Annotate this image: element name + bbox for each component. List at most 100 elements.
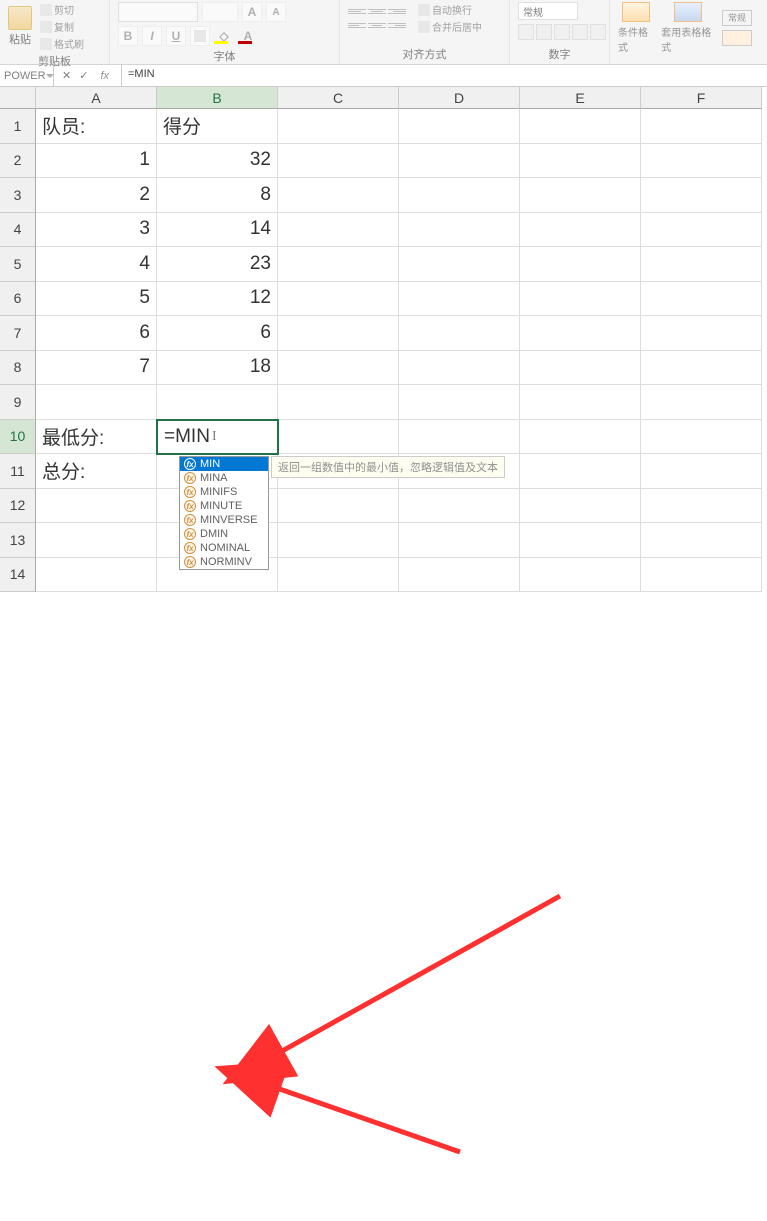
row-header-10[interactable]: 10 (0, 420, 36, 455)
cell-A8[interactable]: 7 (36, 351, 157, 386)
cell-D12[interactable] (399, 489, 520, 524)
increase-font-button[interactable]: A (242, 2, 262, 22)
cell-C1[interactable] (278, 109, 399, 144)
cell-E12[interactable] (520, 489, 641, 524)
align-right-button[interactable] (388, 19, 406, 31)
fx-button[interactable]: fx (100, 70, 109, 82)
cut-button[interactable]: 剪切 (40, 2, 84, 17)
cancel-formula-button[interactable]: ✕ (62, 69, 71, 82)
cell-F11[interactable] (641, 454, 762, 489)
cell-D6[interactable] (399, 282, 520, 317)
cell-A7[interactable]: 6 (36, 316, 157, 351)
column-header-F[interactable]: F (641, 87, 762, 109)
cell-C14[interactable] (278, 558, 399, 593)
cell-E3[interactable] (520, 178, 641, 213)
cell-F5[interactable] (641, 247, 762, 282)
column-header-A[interactable]: A (36, 87, 157, 109)
cell-C6[interactable] (278, 282, 399, 317)
table-style-button[interactable]: 套用表格格式 (661, 2, 714, 54)
cell-F8[interactable] (641, 351, 762, 386)
cell-E13[interactable] (520, 523, 641, 558)
border-button[interactable] (190, 26, 210, 46)
copy-button[interactable]: 复制 (40, 19, 84, 34)
row-header-14[interactable]: 14 (0, 558, 36, 593)
row-header-5[interactable]: 5 (0, 247, 36, 282)
cell-F9[interactable] (641, 385, 762, 420)
row-header-3[interactable]: 3 (0, 178, 36, 213)
cell-E5[interactable] (520, 247, 641, 282)
cell-E1[interactable] (520, 109, 641, 144)
row-header-4[interactable]: 4 (0, 213, 36, 248)
cell-F12[interactable] (641, 489, 762, 524)
cell-B2[interactable]: 32 (157, 144, 278, 179)
decrease-decimal-button[interactable] (590, 24, 606, 40)
column-header-E[interactable]: E (520, 87, 641, 109)
row-header-2[interactable]: 2 (0, 144, 36, 179)
cell-A4[interactable]: 3 (36, 213, 157, 248)
cell-B8[interactable]: 18 (157, 351, 278, 386)
autocomplete-item-DMIN[interactable]: fxDMIN (180, 527, 268, 541)
cell-D7[interactable] (399, 316, 520, 351)
percent-button[interactable] (536, 24, 552, 40)
cell-D9[interactable] (399, 385, 520, 420)
row-header-11[interactable]: 11 (0, 454, 36, 489)
cell-D5[interactable] (399, 247, 520, 282)
align-center-button[interactable] (368, 19, 386, 31)
wrap-text-button[interactable]: 自动换行 (418, 2, 482, 17)
cell-A1[interactable]: 队员: (36, 109, 157, 144)
cell-F10[interactable] (641, 420, 762, 455)
cell-C12[interactable] (278, 489, 399, 524)
cell-D14[interactable] (399, 558, 520, 593)
cell-F2[interactable] (641, 144, 762, 179)
cell-C9[interactable] (278, 385, 399, 420)
cell-C3[interactable] (278, 178, 399, 213)
cell-B6[interactable]: 12 (157, 282, 278, 317)
cell-B10[interactable] (157, 420, 278, 455)
cell-F3[interactable] (641, 178, 762, 213)
cell-A12[interactable] (36, 489, 157, 524)
cell-B9[interactable] (157, 385, 278, 420)
font-family-dropdown[interactable] (118, 2, 198, 22)
number-format-dropdown[interactable]: 常规 (518, 2, 578, 20)
italic-button[interactable]: I (142, 26, 162, 46)
cell-A3[interactable]: 2 (36, 178, 157, 213)
cell-B7[interactable]: 6 (157, 316, 278, 351)
cell-B5[interactable]: 23 (157, 247, 278, 282)
cell-A6[interactable]: 5 (36, 282, 157, 317)
cell-A9[interactable] (36, 385, 157, 420)
bold-button[interactable]: B (118, 26, 138, 46)
increase-decimal-button[interactable] (572, 24, 588, 40)
fill-color-button[interactable]: ◇ (214, 29, 234, 44)
row-header-7[interactable]: 7 (0, 316, 36, 351)
cell-B1[interactable]: 得分 (157, 109, 278, 144)
cell-E10[interactable] (520, 420, 641, 455)
cell-E6[interactable] (520, 282, 641, 317)
autocomplete-item-NORMINV[interactable]: fxNORMINV (180, 555, 268, 569)
align-bottom-button[interactable] (388, 5, 406, 17)
cell-A11[interactable]: 总分: (36, 454, 157, 489)
autocomplete-item-NOMINAL[interactable]: fxNOMINAL (180, 541, 268, 555)
cell-B4[interactable]: 14 (157, 213, 278, 248)
cell-D10[interactable] (399, 420, 520, 455)
cell-C5[interactable] (278, 247, 399, 282)
row-header-1[interactable]: 1 (0, 109, 36, 144)
cell-D8[interactable] (399, 351, 520, 386)
autocomplete-item-MIN[interactable]: fxMIN (180, 457, 268, 471)
cell-E2[interactable] (520, 144, 641, 179)
cell-D4[interactable] (399, 213, 520, 248)
underline-button[interactable]: U (166, 26, 186, 46)
cell-E8[interactable] (520, 351, 641, 386)
cell-C8[interactable] (278, 351, 399, 386)
comma-button[interactable] (554, 24, 570, 40)
cell-F4[interactable] (641, 213, 762, 248)
column-header-D[interactable]: D (399, 87, 520, 109)
font-size-dropdown[interactable] (202, 2, 238, 22)
cell-E7[interactable] (520, 316, 641, 351)
cell-A5[interactable]: 4 (36, 247, 157, 282)
paste-button[interactable]: 粘贴 (8, 6, 32, 47)
formula-input[interactable]: =MIN (122, 65, 767, 86)
cell-C4[interactable] (278, 213, 399, 248)
font-color-button[interactable]: A (238, 29, 258, 44)
cell-E4[interactable] (520, 213, 641, 248)
autocomplete-item-MINUTE[interactable]: fxMINUTE (180, 499, 268, 513)
